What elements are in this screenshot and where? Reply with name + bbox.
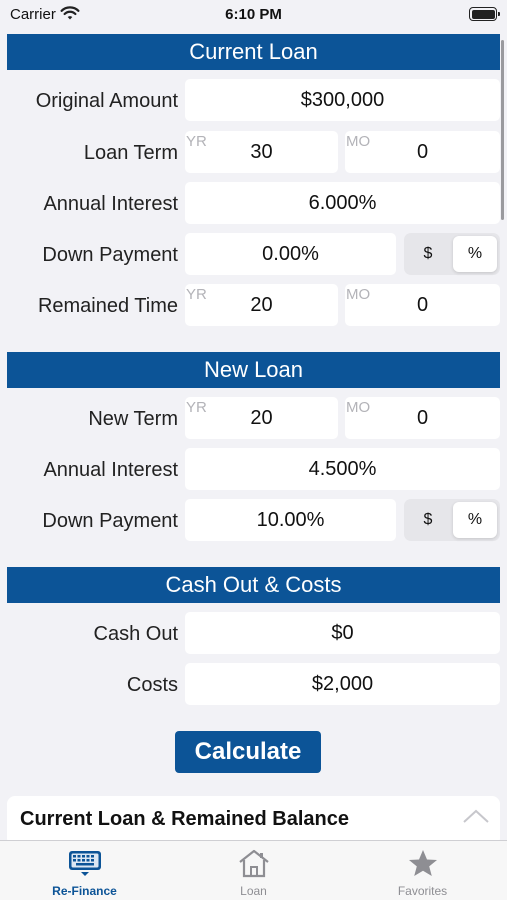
costs-field[interactable]: $2,000 [185,663,500,705]
down-payment-value: 0.00% [262,243,319,265]
loan-term-label: Loan Term [83,142,178,164]
chevron-up-icon[interactable] [462,808,490,824]
new-annual-interest-field[interactable]: 4.500% [185,448,500,490]
original-amount-label: Original Amount [35,90,178,112]
costs-label: Costs [126,674,178,696]
loan-term-months-field[interactable]: MO 0 [345,131,500,173]
tab-re-finance[interactable]: Re-Finance [0,841,169,900]
remained-time-label: Remained Time [37,295,178,317]
dollar-option[interactable]: $ [406,236,450,272]
scroll-indicator[interactable] [501,40,504,220]
annual-interest-value: 6.000% [308,192,377,214]
calculate-button[interactable]: Calculate [175,731,321,773]
section-header-cash-out-costs: Cash Out & Costs [7,567,500,603]
results-card[interactable]: Current Loan & Remained Balance [7,796,500,846]
new-annual-interest-value: 4.500% [308,458,377,480]
dollar-option[interactable]: $ [406,502,450,538]
new-term-years-field[interactable]: YR 20 [185,397,338,439]
new-term-months-field[interactable]: MO 0 [345,397,500,439]
tab-label: Loan [240,884,267,898]
cash-out-field[interactable]: $0 [185,612,500,654]
new-term-label: New Term [88,408,178,430]
new-term-months-value: 0 [416,407,429,429]
new-down-payment-value: 10.00% [256,509,325,531]
section-header-current-loan: Current Loan [7,34,500,70]
results-title: Current Loan & Remained Balance [20,808,349,830]
loan-term-years-field[interactable]: YR 30 [185,131,338,173]
new-down-payment-unit-toggle[interactable]: $ % [404,499,500,541]
down-payment-unit-toggle[interactable]: $ % [404,233,500,275]
new-term-years-value: 20 [250,407,273,429]
battery-icon [469,7,500,21]
remained-time-years-value: 20 [250,294,273,316]
status-time: 6:10 PM [225,6,282,23]
section-header-new-loan: New Loan [7,352,500,388]
loan-term-months-value: 0 [416,141,429,163]
annual-interest-field[interactable]: 6.000% [185,182,500,224]
cash-out-value: $0 [331,622,354,644]
cash-out-label: Cash Out [93,623,178,645]
new-annual-interest-label: Annual Interest [43,459,178,481]
new-down-payment-field[interactable]: 10.00% [185,499,396,541]
status-bar: Carrier 6:10 PM [0,0,507,30]
tab-label: Favorites [397,884,448,898]
house-icon [238,849,269,878]
tab-label: Re-Finance [52,884,117,898]
remained-time-years-field[interactable]: YR 20 [185,284,338,326]
down-payment-label: Down Payment [42,244,178,266]
original-amount-field[interactable]: $300,000 [185,79,500,121]
tab-loan[interactable]: Loan [169,841,338,900]
loan-term-years-value: 30 [250,141,273,163]
annual-interest-label: Annual Interest [43,193,178,215]
percent-option[interactable]: % [453,502,497,538]
star-icon [408,850,437,876]
percent-option[interactable]: % [453,236,497,272]
remained-time-months-field[interactable]: MO 0 [345,284,500,326]
tab-favorites[interactable]: Favorites [338,841,507,900]
costs-value: $2,000 [311,673,374,695]
tab-bar: Re-Finance Loan Favorites [0,840,507,900]
original-amount-value: $300,000 [300,89,385,111]
remained-time-months-value: 0 [416,294,429,316]
keyboard-icon [68,851,101,876]
down-payment-field[interactable]: 0.00% [185,233,396,275]
new-down-payment-label: Down Payment [42,510,178,532]
